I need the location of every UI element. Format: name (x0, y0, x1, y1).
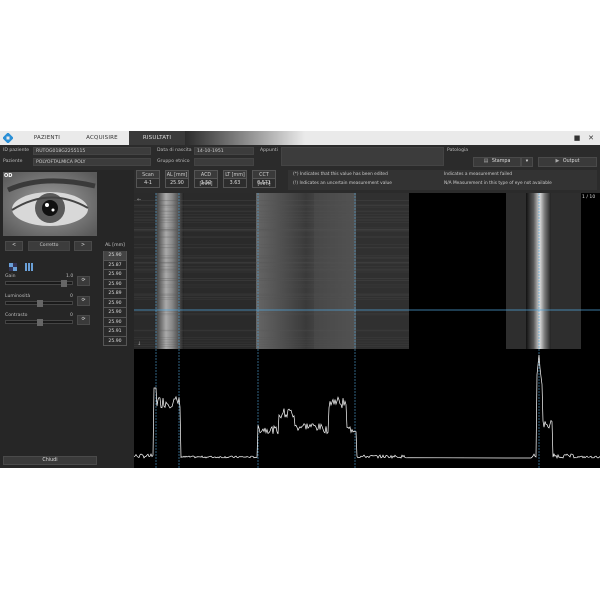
gain-reset-button[interactable]: ⟳ (77, 276, 90, 286)
pathology-label: Patologia (447, 148, 469, 153)
gain-label: Gain (5, 274, 16, 279)
patient-id-label: ID paziente (3, 148, 30, 153)
measure-value: 25.90 (165, 179, 189, 188)
measure-header: ACD [mm] (194, 170, 218, 187)
gain-value: 1.0 (66, 274, 74, 279)
reset-icon: ⟳ (81, 317, 86, 322)
measure-col-al: AL [mm] 25.90 (165, 170, 189, 188)
cornea-band (154, 193, 184, 349)
birth-date-label: Data di nascita (157, 148, 192, 153)
tab-fade (185, 131, 305, 145)
contrast-reset-button[interactable]: ⟳ (77, 315, 90, 325)
measure-col-lt: LT [mm] 3.63 (223, 170, 247, 188)
measure-header: AL [mm] (165, 170, 189, 179)
scan-viewer[interactable]: ← ↓ 1 / 10 (134, 193, 600, 468)
tab-pazienti[interactable]: PAZIENTI (23, 131, 71, 145)
reset-icon: ⟳ (81, 298, 86, 303)
legend-uncertain: (!) Indicates an uncertain measurement v… (293, 181, 392, 186)
a-scan-trace (134, 354, 600, 460)
measure-value: 4-1 (136, 179, 160, 188)
gain-slider-handle[interactable] (60, 280, 67, 287)
al-table-row[interactable]: 25.90 (103, 317, 127, 327)
scan-counter: 1 / 10 (582, 195, 596, 200)
axis-arrow-top: ← (137, 197, 141, 203)
al-table-row[interactable]: 25.91 (103, 327, 127, 337)
measure-value: 3.63 (223, 179, 247, 188)
al-table-row[interactable]: 25.90 (103, 308, 127, 318)
contrast-label: Contrasto (5, 313, 28, 318)
print-icon: ▤ (483, 158, 489, 164)
tab-risultati[interactable]: RISULTATI (129, 131, 185, 145)
output-button-label: Output (562, 159, 580, 164)
brightness-value: 0 (70, 294, 73, 299)
birth-date-field: 14-10-1951 (194, 147, 254, 155)
brightness-reset-button[interactable]: ⟳ (77, 296, 90, 306)
chevron-down-icon: ▾ (525, 159, 529, 164)
al-table: AL [mm] 25.90 25.87 25.90 25.90 25.89 25.90 25… (103, 241, 127, 346)
retina-band (526, 193, 551, 349)
brightness-slider-handle[interactable] (37, 300, 43, 307)
brightness-slider[interactable] (5, 300, 73, 307)
measure-header: CCT [mm] (252, 170, 276, 187)
measure-header: LT [mm] (223, 170, 247, 179)
al-table-row[interactable]: 25.87 (103, 260, 127, 270)
print-button-label: Stampa (491, 159, 511, 164)
measure-value: 0.571 (252, 179, 276, 188)
prev-eye-button[interactable]: < (5, 241, 23, 251)
eye-camera-image (3, 172, 97, 236)
close-icon[interactable]: ✕ (586, 133, 596, 143)
gain-slider[interactable] (5, 280, 73, 287)
al-table-row[interactable]: 25.90 (103, 270, 127, 280)
axis-arrow-bottom: ↓ (137, 341, 141, 347)
output-button[interactable]: ▶ Output (538, 157, 597, 167)
next-eye-button[interactable]: > (74, 241, 92, 251)
patient-label: Paziente (3, 159, 23, 164)
measure-col-scan: Scan 4-1 (136, 170, 160, 188)
contrast-value: 0 (70, 313, 73, 318)
eye-status-field: Corretto (28, 241, 70, 251)
ethnic-group-field (194, 158, 254, 166)
close-button[interactable]: Chiudi (3, 456, 97, 465)
al-table-header: AL [mm] (105, 243, 125, 248)
measure-col-cct: CCT [mm] 0.571 (252, 170, 276, 188)
ethnic-group-label: Gruppo etnico (157, 159, 190, 164)
patient-name-field: POLYOFTALMICA POLY (33, 158, 151, 166)
scan-canvas: ← ↓ (134, 193, 600, 468)
al-table-row[interactable]: 25.90 (103, 251, 127, 261)
legend-edited: (*) Indicates that this value has been e… (293, 172, 388, 177)
color-palette-icon[interactable] (9, 256, 17, 271)
output-icon: ▶ (555, 158, 560, 164)
patient-id-field: RUTOG018G2255115 (33, 147, 151, 155)
measure-col-acd: ACD [mm] 3.50 (194, 170, 218, 188)
legend-failed: Indicates a measurement failed (444, 172, 513, 177)
al-table-row[interactable]: 25.89 (103, 289, 127, 299)
notes-label: Appunti (260, 148, 278, 153)
contrast-slider[interactable] (5, 319, 73, 326)
grid-view-icon[interactable] (25, 256, 33, 271)
al-table-row[interactable]: 25.90 (103, 298, 127, 308)
print-button[interactable]: ▤ Stampa (473, 157, 521, 167)
legend-na: N/A Measurement in this type of eye not … (444, 181, 552, 186)
measure-header: Scan (136, 170, 160, 179)
eye-side-label: OD (4, 173, 13, 179)
al-table-row[interactable]: 25.90 (103, 336, 127, 346)
info-icon[interactable]: ■ (572, 133, 582, 143)
reset-icon: ⟳ (81, 278, 86, 283)
measure-value: 3.50 (194, 179, 218, 188)
contrast-slider-handle[interactable] (37, 319, 43, 326)
app-logo-icon (3, 133, 13, 143)
print-dropdown-button[interactable]: ▾ (521, 157, 533, 167)
notes-field[interactable] (281, 147, 444, 166)
top-bar: PAZIENTI ACQUISIRE RISULTATI ■ ✕ (0, 131, 600, 145)
brightness-label: Luminosità (5, 294, 31, 299)
tab-acquisire[interactable]: ACQUISIRE (76, 131, 128, 145)
eye-photo (3, 172, 97, 236)
biometry-app: PAZIENTI ACQUISIRE RISULTATI ■ ✕ ID pazi… (0, 131, 600, 468)
al-table-row[interactable]: 25.90 (103, 279, 127, 289)
